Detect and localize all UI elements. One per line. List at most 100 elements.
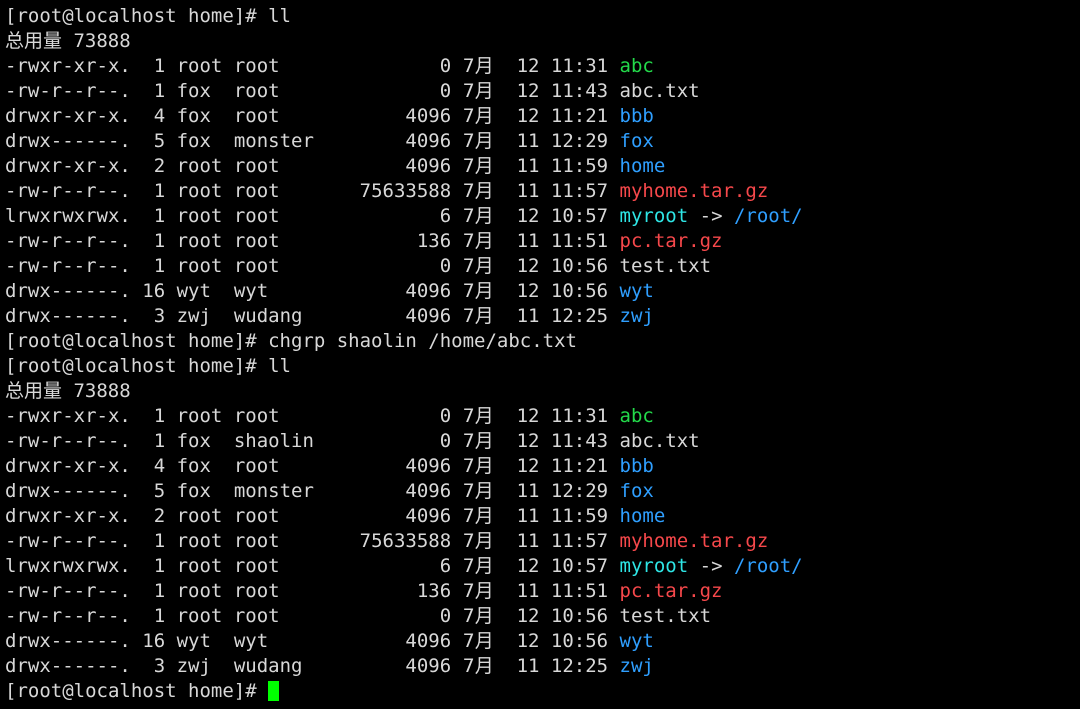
month-cell: 7月: [462, 130, 494, 152]
permissions-cell: drwx------.: [5, 630, 143, 652]
size-cell: 0: [336, 80, 463, 102]
size-cell: 4096: [336, 505, 463, 527]
listing-row: -rw-r--r--. 1 root root 136 7月 11 11:51 …: [5, 229, 1080, 254]
size-cell: 75633588: [336, 530, 463, 552]
month-cell: 7月: [462, 105, 494, 127]
link-count-cell: 1: [142, 230, 177, 252]
permissions-cell: -rw-r--r--.: [5, 230, 143, 252]
owner-cell: fox: [176, 430, 234, 452]
file-name: home: [619, 505, 666, 527]
size-cell: 0: [336, 430, 463, 452]
size-cell: 4096: [336, 455, 463, 477]
file-name: abc: [619, 55, 654, 77]
permissions-cell: drwx------.: [5, 305, 143, 327]
group-cell: root: [233, 605, 337, 627]
date-time-cell: 12 11:21: [493, 105, 620, 127]
link-count-cell: 1: [142, 55, 177, 77]
listing-row: -rw-r--r--. 1 root root 0 7月 12 10:56 te…: [5, 604, 1080, 629]
permissions-cell: drwx------.: [5, 130, 143, 152]
shell-prompt: [root@localhost home]#: [5, 355, 269, 377]
prompt-line: [root@localhost home]#: [5, 679, 1080, 704]
command-text-2[interactable]: ll: [268, 355, 291, 377]
permissions-cell: drwx------.: [5, 480, 143, 502]
date-time-cell: 11 11:57: [493, 530, 620, 552]
file-name: test.txt: [619, 605, 712, 627]
group-cell: root: [233, 180, 337, 202]
file-name: abc.txt: [619, 80, 700, 102]
listing-row: -rwxr-xr-x. 1 root root 0 7月 12 11:31 ab…: [5, 404, 1080, 429]
file-name: bbb: [619, 105, 654, 127]
listing-row: drwxr-xr-x. 2 root root 4096 7月 11 11:59…: [5, 154, 1080, 179]
group-cell: wudang: [233, 655, 337, 677]
date-time-cell: 12 10:57: [493, 555, 620, 577]
file-name: pc.tar.gz: [619, 230, 723, 252]
size-cell: 4096: [336, 630, 463, 652]
owner-cell: wyt: [176, 280, 234, 302]
size-cell: 6: [336, 205, 463, 227]
file-name: home: [619, 155, 666, 177]
terminal-screen[interactable]: [root@localhost home]# ll 总用量 73888 -rwxr-…: [0, 0, 1080, 709]
owner-cell: zwj: [176, 305, 234, 327]
total-line: 总用量 73888: [5, 29, 1080, 54]
listing-row: drwx------. 5 fox monster 4096 7月 11 12:…: [5, 479, 1080, 504]
date-time-cell: 12 11:43: [493, 80, 620, 102]
owner-cell: root: [176, 180, 234, 202]
owner-cell: fox: [176, 480, 234, 502]
permissions-cell: -rw-r--r--.: [5, 180, 143, 202]
listing-row: -rwxr-xr-x. 1 root root 0 7月 12 11:31 ab…: [5, 54, 1080, 79]
date-time-cell: 12 10:56: [493, 280, 620, 302]
command-text-0[interactable]: ll: [268, 5, 291, 27]
group-cell: root: [233, 555, 337, 577]
month-cell: 7月: [462, 530, 494, 552]
size-cell: 4096: [336, 305, 463, 327]
date-time-cell: 11 11:57: [493, 180, 620, 202]
size-cell: 4096: [336, 480, 463, 502]
date-time-cell: 12 11:31: [493, 55, 620, 77]
size-cell: 0: [336, 405, 463, 427]
group-cell: monster: [233, 480, 337, 502]
owner-cell: root: [176, 155, 234, 177]
date-time-cell: 12 10:57: [493, 205, 620, 227]
link-count-cell: 1: [142, 205, 177, 227]
date-time-cell: 12 10:56: [493, 630, 620, 652]
link-count-cell: 1: [142, 430, 177, 452]
permissions-cell: drwxr-xr-x.: [5, 505, 143, 527]
link-count-cell: 3: [142, 305, 177, 327]
file-name: myroot: [619, 205, 689, 227]
listing-row: drwx------. 5 fox monster 4096 7月 11 12:…: [5, 129, 1080, 154]
file-name: wyt: [619, 630, 654, 652]
date-time-cell: 11 11:51: [493, 580, 620, 602]
month-cell: 7月: [462, 305, 494, 327]
group-cell: root: [233, 405, 337, 427]
listing-row: drwxr-xr-x. 4 fox root 4096 7月 12 11:21 …: [5, 104, 1080, 129]
group-cell: root: [233, 55, 337, 77]
link-count-cell: 4: [142, 105, 177, 127]
permissions-cell: drwxr-xr-x.: [5, 455, 143, 477]
link-count-cell: 1: [142, 405, 177, 427]
group-cell: root: [233, 530, 337, 552]
owner-cell: fox: [176, 455, 234, 477]
group-cell: wyt: [233, 280, 337, 302]
listing-row: -rw-r--r--. 1 fox shaolin 0 7月 12 11:43 …: [5, 429, 1080, 454]
command-text-1[interactable]: chgrp shaolin /home/abc.txt: [268, 330, 577, 352]
file-name: fox: [619, 480, 654, 502]
link-count-cell: 1: [142, 555, 177, 577]
listing-row: drwxr-xr-x. 4 fox root 4096 7月 12 11:21 …: [5, 454, 1080, 479]
group-cell: wudang: [233, 305, 337, 327]
link-count-cell: 1: [142, 530, 177, 552]
file-name: test.txt: [619, 255, 712, 277]
link-count-cell: 1: [142, 580, 177, 602]
permissions-cell: -rw-r--r--.: [5, 255, 143, 277]
link-count-cell: 2: [142, 155, 177, 177]
file-name: fox: [619, 130, 654, 152]
date-time-cell: 12 11:31: [493, 405, 620, 427]
owner-cell: wyt: [176, 630, 234, 652]
permissions-cell: -rwxr-xr-x.: [5, 55, 143, 77]
listing-row: drwx------. 3 zwj wudang 4096 7月 11 12:2…: [5, 304, 1080, 329]
month-cell: 7月: [462, 255, 494, 277]
terminal-cursor: [268, 681, 280, 701]
file-name: abc.txt: [619, 430, 700, 452]
month-cell: 7月: [462, 205, 494, 227]
group-cell: root: [233, 105, 337, 127]
symlink-target: /root/: [733, 205, 803, 227]
